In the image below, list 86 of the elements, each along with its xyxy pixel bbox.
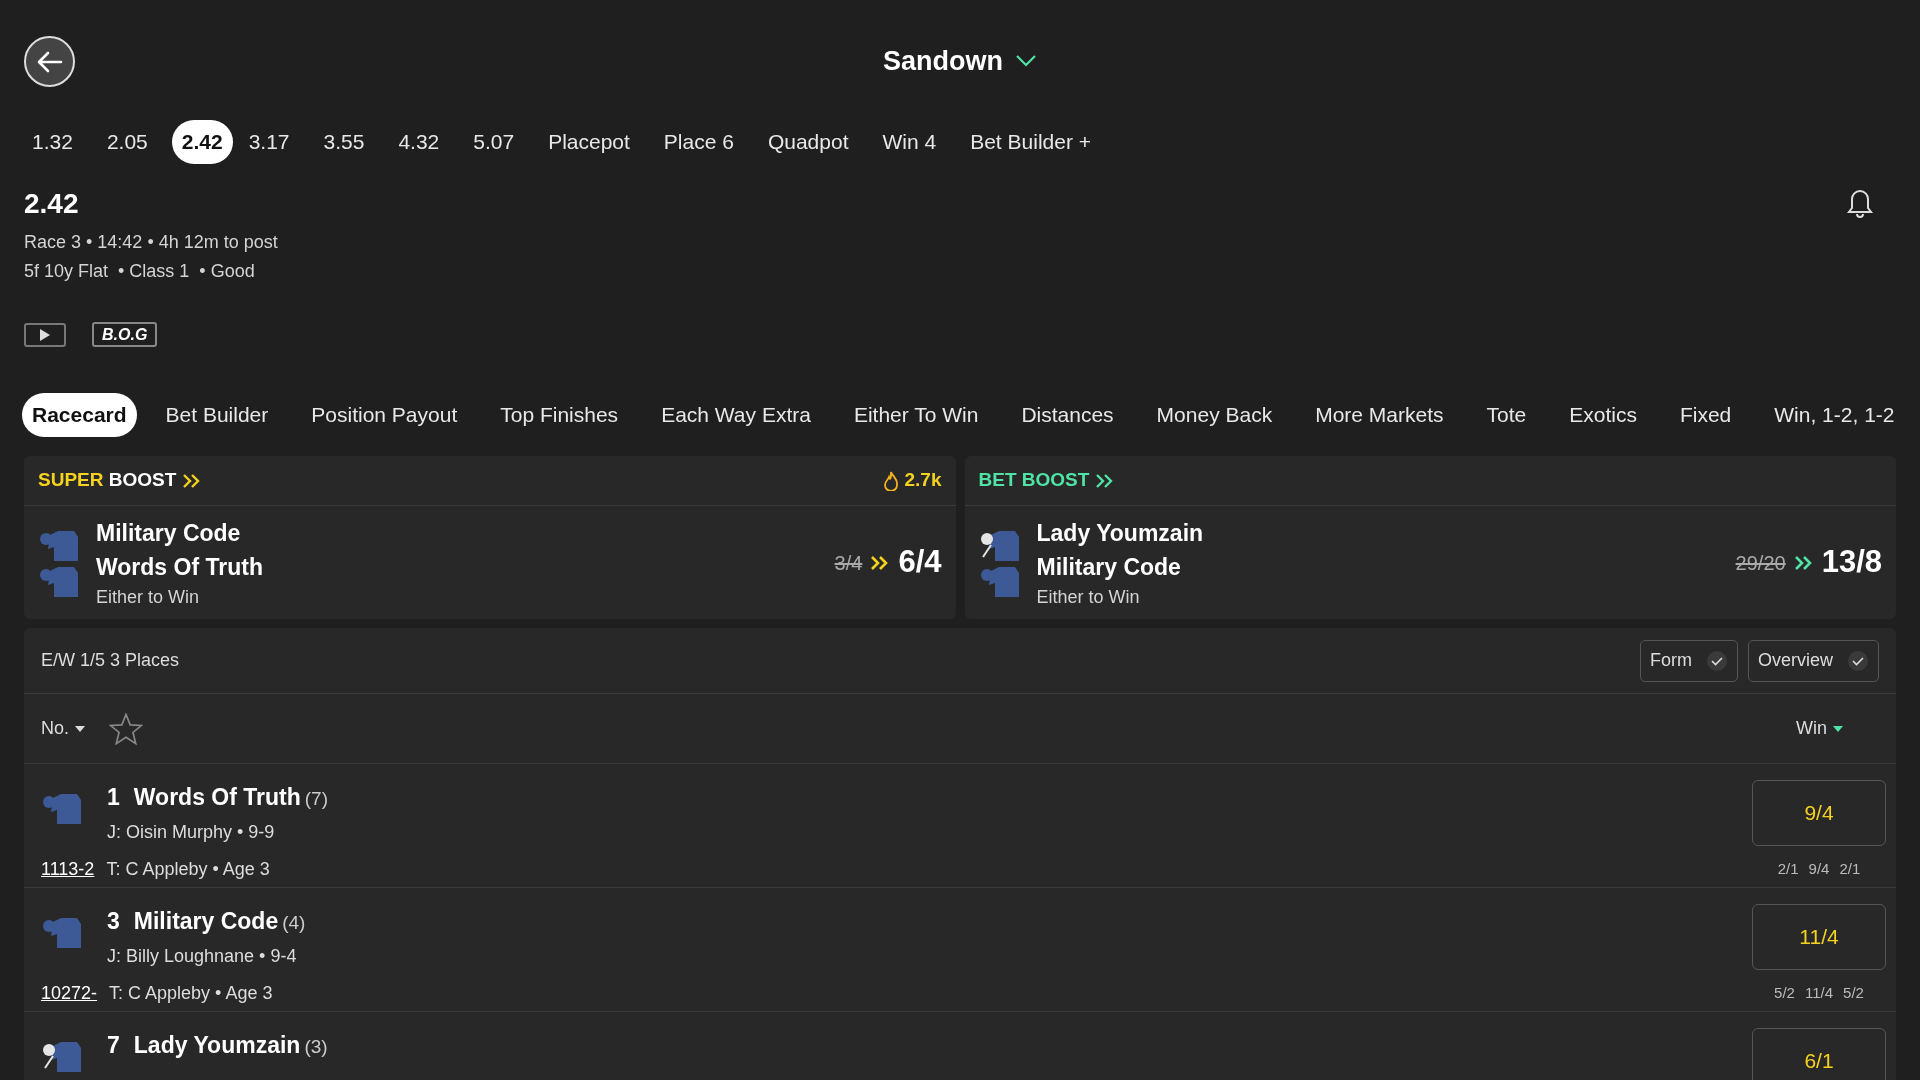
market-tab[interactable]: Distances [1011,393,1124,437]
market-tab[interactable]: Exotics [1559,393,1647,437]
market-tab[interactable]: Fixed [1669,393,1742,437]
sort-by-number[interactable]: No. [41,715,85,742]
market-tab[interactable]: Each Way Extra [651,393,821,437]
trainer-info: T: C Appleby • Age 3 [109,981,273,1005]
race-tab[interactable]: 2.05 [96,120,158,164]
selection-name: Military Code [96,518,242,548]
race-tab[interactable]: Placepot [538,120,640,164]
price-history: 5/2 [1774,983,1795,1003]
race-conditions: 5f 10y Flat • Class 1 • Good [24,260,256,283]
odds-button[interactable]: 6/1 [1752,1028,1886,1080]
race-tab[interactable]: 2.42 [171,120,233,164]
race-tab[interactable]: Quadpot [757,120,859,164]
race-tab[interactable]: 3.55 [313,120,375,164]
market-tab[interactable]: Tote [1476,393,1537,437]
sort-by-win[interactable]: Win [1796,715,1843,742]
race-title: 2.42 [24,187,79,221]
selection-name: Military Code [1036,552,1182,582]
price-history: 2/1 [1777,859,1799,879]
jockey-info: J: Billy Loughnane • 9-4 [107,944,298,968]
odds-button[interactable]: 9/4 [1752,780,1886,846]
back-button[interactable] [24,36,75,87]
race-tab[interactable]: Place 6 [653,120,744,164]
video-button[interactable] [24,322,66,347]
race-tab[interactable]: 1.32 [22,120,83,164]
race-tab[interactable]: 4.32 [388,120,450,164]
form-link[interactable]: 10272- [41,979,98,1007]
race-tab[interactable]: Win 4 [872,120,947,164]
boost-title: BET BOOST [978,468,1090,493]
previous-odds: 29/20 [1735,550,1786,576]
popularity-count: 2.7k [904,468,942,493]
boosted-odds: 13/8 [1821,543,1882,582]
boost-card[interactable]: BET BOOST Lady Youmzain Military Code Either to Win 29/20 13/8 [964,456,1896,619]
race-tab[interactable]: 5.07 [463,120,525,164]
check-icon [1847,649,1869,672]
race-info: Race 3 • 14:42 • 4h 12m to post [24,231,279,254]
each-way-terms: E/W 1/5 3 Places [41,649,180,672]
view-toggle[interactable]: Form [1640,639,1738,682]
market-tab[interactable]: Bet Builder [155,393,279,437]
odds-button[interactable]: 11/4 [1752,904,1886,970]
bog-badge: B.O.G [92,322,158,347]
double-chevron-icon [1793,554,1814,571]
market-tab[interactable]: Either To Win [843,393,989,437]
runner-number: 7 [107,1031,120,1060]
race-tab[interactable]: Bet Builder + [960,120,1101,164]
runner-name[interactable]: Military Code [133,904,279,939]
selection-name: Words Of Truth [96,552,263,582]
form-link[interactable]: 1113-2 [41,855,95,883]
price-history: 11/4 [1804,983,1834,1003]
venue-selector[interactable]: Sandown [883,40,1037,82]
draw-number: (3) [304,1035,328,1059]
market-name: Either to Win [1036,585,1141,609]
caret-down-icon [1833,725,1843,732]
market-tab[interactable]: Racecard [22,393,137,437]
caret-down-icon [75,725,85,732]
star-icon[interactable] [109,712,143,745]
check-icon [1706,649,1728,672]
back-arrow-icon [36,50,63,73]
market-name: Either to Win [96,585,201,609]
chevron-down-icon [1015,54,1037,68]
trainer-info: T: C Appleby • Age 3 [106,857,270,881]
price-history: 9/4 [1808,859,1830,879]
boost-title: SUPER BOOST [38,468,177,493]
runner-name[interactable]: Lady Youmzain [133,1028,301,1063]
market-tab[interactable]: Position Payout [301,393,468,437]
play-icon [40,328,50,341]
selection-name: Lady Youmzain [1036,518,1204,548]
race-tab[interactable]: 3.17 [238,120,300,164]
runner-number: 1 [107,783,120,812]
draw-number: (7) [304,787,328,811]
flame-icon [882,470,899,491]
market-tab[interactable]: More Markets [1305,393,1454,437]
view-toggle[interactable]: Overview [1748,639,1879,682]
boosted-odds: 6/4 [898,543,942,582]
boost-card[interactable]: SUPER BOOST 2.7k Military Code Words Of Truth Either to Win 3/4 6/4 [24,456,956,619]
runner-name[interactable]: Words Of Truth [133,780,301,815]
previous-odds: 3/4 [834,550,863,576]
market-tab[interactable]: Win, 1-2, 1-2 [1764,393,1905,437]
jockey-info: J: Oisin Murphy • 9-9 [107,820,276,844]
price-history: 5/2 [1843,983,1864,1003]
price-history: 2/1 [1839,859,1861,879]
market-tab[interactable]: Top Finishes [490,393,629,437]
draw-number: (4) [282,911,306,935]
market-tab[interactable]: Money Back [1146,393,1283,437]
runner-number: 3 [107,907,120,936]
